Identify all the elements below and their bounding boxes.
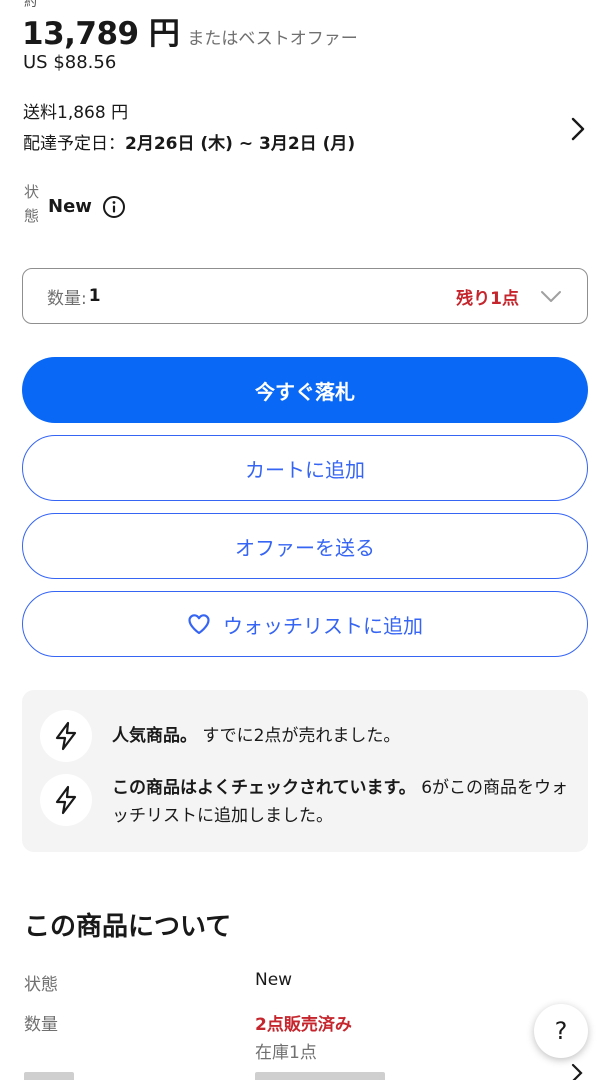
quantity-value: 1 [88,286,101,306]
urgency-signals-panel: 人気商品。 すでに2点が売れました。 この商品はよくチェックされています。 6が… [22,690,588,852]
watchlist-label: ウォッチリストに追加 [223,613,423,638]
best-offer-text: またはベストオファー [187,29,358,49]
help-button[interactable]: ? [534,1004,588,1058]
condition-value: New [48,196,92,217]
signal-title: 人気商品。 [112,726,197,746]
buy-now-button[interactable]: 今すぐ落札 [22,357,588,423]
quantity-label: 数量: [47,288,87,309]
about-item-title: この商品について [24,912,232,942]
add-to-cart-button[interactable]: カートに追加 [22,435,588,501]
item-price: 13,789 円 [22,16,180,52]
signal-text: この商品はよくチェックされています。 6がこの商品をウォッチリストに追加しました… [112,774,570,830]
signal-title: この商品はよくチェックされています。 [112,778,416,798]
chevron-down-icon [541,291,561,302]
heart-icon [188,614,210,635]
price-row: 13,789 円 またはベストオファー [22,8,358,53]
shipping-section[interactable]: 送料1,868 円 配達予定日：2月26日 (木) ~ 3月2日 (月) [23,100,588,162]
cut-off-spec-value [255,1072,385,1080]
signal-item: この商品はよくチェックされています。 6がこの商品をウォッチリストに追加しました… [40,774,570,830]
usd-price: US $88.56 [23,52,117,73]
cut-off-spec-label [24,1072,74,1080]
shipping-fee: 送料1,868 円 [23,103,129,123]
chevron-right-icon [571,117,585,141]
spec-condition-label: 状態 [24,975,58,995]
make-offer-button[interactable]: オファーを送る [22,513,588,579]
remaining-count: 残り1点 [456,288,519,309]
delivery-label: 配達予定日： [23,134,125,154]
signal-item: 人気商品。 すでに2点が売れました。 [40,710,570,762]
lightning-icon [40,710,92,762]
chevron-right-icon [571,1063,583,1080]
spec-stock-count: 在庫1点 [255,1043,317,1063]
condition-label: 状態 [24,183,40,225]
spec-quantity-label: 数量 [24,1015,58,1035]
signal-text: 人気商品。 すでに2点が売れました。 [112,722,400,750]
delivery-dates: 2月26日 (木) ~ 3月2日 (月) [125,134,356,154]
info-icon[interactable] [102,195,126,219]
delivery-estimate: 配達予定日：2月26日 (木) ~ 3月2日 (月) [23,126,588,162]
spec-condition-value: New [255,970,293,990]
spec-sold-count: 2点販売済み [255,1015,352,1035]
signal-body: すでに2点が売れました。 [202,726,401,746]
quantity-select[interactable]: 数量: 1 残り1点 [22,268,588,324]
lightning-icon [40,774,92,826]
add-to-watchlist-button[interactable]: ウォッチリストに追加 [22,591,588,657]
